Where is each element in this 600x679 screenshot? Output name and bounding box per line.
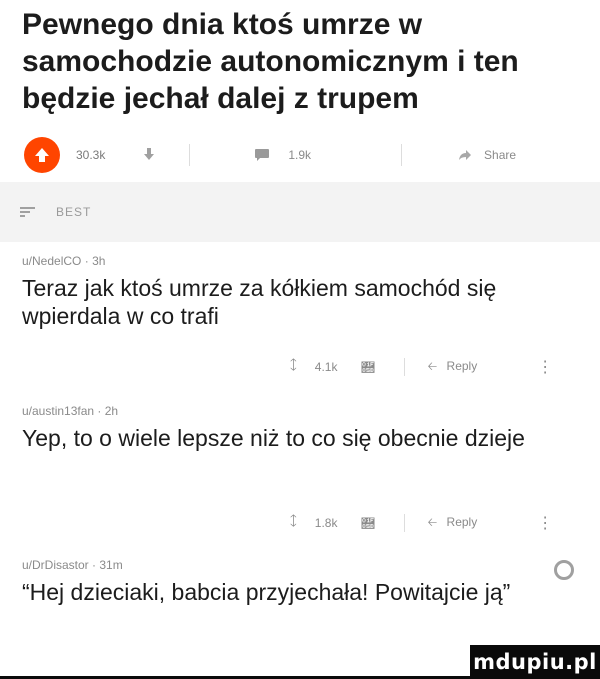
reply-button[interactable]: 🡠 Reply — [427, 513, 477, 534]
arrow-down-icon — [144, 147, 155, 160]
more-options-icon: ⋮ — [537, 515, 554, 532]
comment: u/DrDisastor · 31m “Hej dzieciaki, babci… — [22, 558, 588, 606]
upvote-button[interactable]: 🡙 — [290, 512, 297, 534]
award-icon — [554, 560, 574, 580]
more-options-button[interactable]: ⋮ — [537, 513, 553, 533]
comment-age: 31m — [99, 558, 123, 572]
share-label: Share — [484, 148, 517, 162]
sort-bar[interactable]: BEST — [0, 182, 600, 242]
comment-meta: u/austin13fan · 2h — [22, 404, 119, 418]
reply-icon: 🡠 — [427, 514, 438, 529]
comment-meta: u/NedelCO · 3h — [22, 254, 106, 268]
arrow-up-icon — [35, 148, 49, 162]
comment-username[interactable]: u/NedelCO — [22, 254, 81, 268]
comment-age: 3h — [92, 254, 106, 268]
more-options-icon: ⋮ — [537, 359, 554, 376]
comment-text: Yep, to o wiele lepsze niż to co się obe… — [22, 425, 525, 451]
arrow-down-icon: 🡛 — [361, 515, 375, 531]
divider — [401, 144, 403, 166]
comment-score: 1.8k — [314, 516, 338, 530]
arrow-up-icon: 🡙 — [290, 357, 297, 372]
share-button[interactable]: Share — [458, 148, 516, 162]
reply-label: Reply — [446, 514, 478, 529]
reply-label: Reply — [446, 358, 478, 373]
sort-icon — [20, 207, 35, 217]
comment: u/NedelCO · 3h Teraz jak ktoś umrze za k… — [22, 254, 588, 330]
downvote-button[interactable]: 🡛 — [361, 360, 374, 375]
comment-username[interactable]: u/DrDisastor — [22, 558, 89, 572]
comment-actions: 🡙 4.1k 🡛 🡠 Reply ⋮ — [0, 352, 600, 382]
upvote-button[interactable]: 🡙 — [290, 356, 297, 378]
sort-label: BEST — [56, 205, 92, 219]
post-action-bar: 30.3k 1.9k Share — [24, 132, 584, 178]
post-title: Pewnego dnia ktoś umrze w samochodzie au… — [22, 8, 519, 115]
arrow-up-icon: 🡙 — [290, 513, 297, 528]
comment-text: Teraz jak ktoś umrze za kółkiem samochód… — [22, 275, 497, 329]
watermark: mdupiu.pl — [470, 645, 600, 679]
comments-count: 1.9k — [288, 148, 312, 162]
more-options-button[interactable]: ⋮ — [537, 357, 553, 377]
downvote-button[interactable] — [143, 147, 155, 164]
divider — [404, 358, 406, 376]
comment-score: 4.1k — [314, 360, 338, 374]
comment-actions: 🡙 1.8k 🡛 🡠 Reply ⋮ — [0, 508, 600, 538]
post-upvote-count: 30.3k — [76, 148, 106, 162]
upvote-button[interactable] — [24, 137, 60, 173]
comment-bubble-icon — [255, 149, 270, 161]
arrow-down-icon: 🡛 — [361, 359, 375, 375]
comment-meta: u/DrDisastor · 31m — [22, 558, 123, 572]
reply-button[interactable]: 🡠 Reply — [427, 357, 477, 378]
downvote-button[interactable]: 🡛 — [361, 516, 374, 531]
reply-icon: 🡠 — [427, 358, 438, 373]
divider — [189, 144, 191, 166]
comment: u/austin13fan · 2h Yep, to o wiele lepsz… — [22, 404, 588, 452]
comment-text: “Hej dzieciaki, babcia przyjechała! Powi… — [22, 579, 511, 605]
share-icon — [459, 150, 472, 160]
comments-button[interactable]: 1.9k — [254, 148, 311, 162]
divider — [404, 514, 406, 532]
comment-age: 2h — [104, 404, 119, 418]
comment-username[interactable]: u/austin13fan — [22, 404, 94, 418]
